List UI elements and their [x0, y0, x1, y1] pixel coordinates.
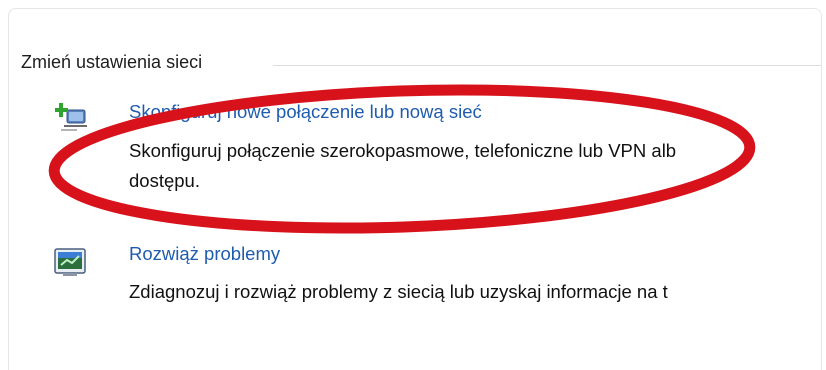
page: Zmień ustawienia sieci Skonfiguruj nowe … — [0, 0, 826, 370]
section-title: Zmień ustawienia sieci — [21, 52, 203, 72]
setup-new-connection-description-line2: dostępu. — [129, 170, 200, 191]
troubleshoot-description: Zdiagnozuj i rozwiąż problemy z siecią l… — [129, 281, 668, 302]
troubleshoot-icon — [54, 248, 86, 276]
section-divider — [273, 65, 821, 66]
setup-new-connection-description-line1: Skonfiguruj połączenie szerokopasmowe, t… — [129, 140, 677, 161]
setup-new-connection-link[interactable]: Skonfiguruj nowe połączenie lub nową sie… — [129, 101, 482, 123]
new-connection-icon — [55, 103, 87, 131]
troubleshoot-link[interactable]: Rozwiąż problemy — [129, 243, 280, 265]
network-settings-panel: Zmień ustawienia sieci Skonfiguruj nowe … — [8, 8, 822, 370]
